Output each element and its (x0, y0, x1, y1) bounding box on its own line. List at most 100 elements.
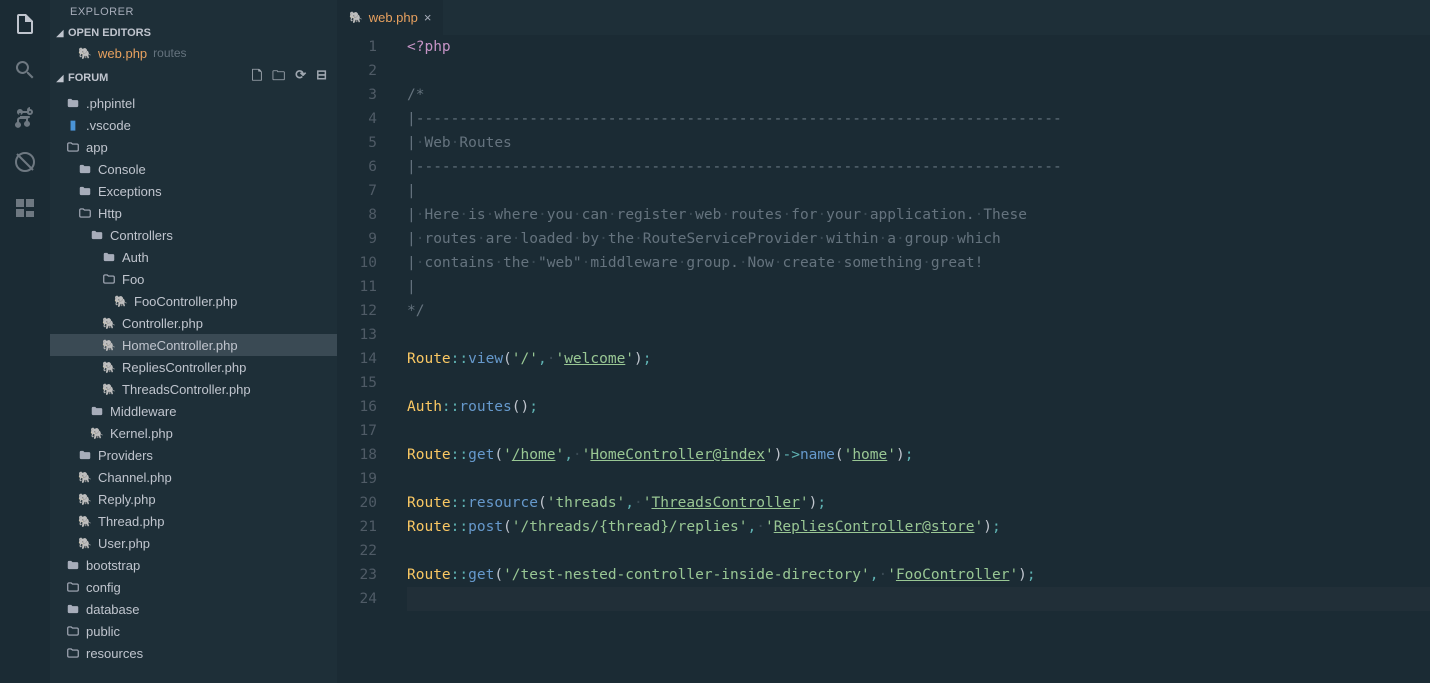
php-icon: 🐘 (88, 427, 106, 440)
folder-icon (76, 162, 94, 176)
new-file-icon[interactable]: 🗋 (252, 67, 262, 89)
collapse-icon[interactable]: ⊟ (316, 67, 327, 89)
item-label: .phpintel (86, 96, 135, 111)
open-editors-header[interactable]: ◢ OPEN EDITORS (50, 24, 337, 42)
debug-icon[interactable] (13, 150, 37, 174)
folder-open-icon (76, 206, 94, 220)
folder-item[interactable]: app (50, 136, 337, 158)
file-item[interactable]: 🐘 FooController.php (50, 290, 337, 312)
item-label: bootstrap (86, 558, 140, 573)
explorer-icon[interactable] (13, 12, 37, 36)
php-icon: 🐘 (76, 471, 94, 484)
item-label: resources (86, 646, 143, 661)
refresh-icon[interactable]: ⟳ (295, 67, 306, 89)
folder-open-icon (64, 580, 82, 594)
folder-item[interactable]: Console (50, 158, 337, 180)
item-label: RepliesController.php (122, 360, 246, 375)
code-editor[interactable]: 123456789101112131415161718192021222324 … (337, 35, 1430, 683)
code-content[interactable]: <?php/*|--------------------------------… (397, 35, 1430, 683)
item-label: Middleware (110, 404, 176, 419)
folder-open-icon (100, 272, 118, 286)
open-editor-item[interactable]: 🐘 web.php routes (50, 42, 337, 64)
item-label: User.php (98, 536, 150, 551)
close-icon[interactable]: × (424, 10, 432, 25)
folder-item[interactable]: resources (50, 642, 337, 664)
php-icon: 🐘 (100, 361, 118, 374)
file-item[interactable]: 🐘 Channel.php (50, 466, 337, 488)
folder-item[interactable]: Controllers (50, 224, 337, 246)
item-label: Channel.php (98, 470, 172, 485)
search-icon[interactable] (13, 58, 37, 82)
folder-item[interactable]: config (50, 576, 337, 598)
item-label: Exceptions (98, 184, 162, 199)
folder-item[interactable]: Foo (50, 268, 337, 290)
folder-item[interactable]: Http (50, 202, 337, 224)
folder-item[interactable]: .phpintel (50, 92, 337, 114)
php-icon: 🐘 (349, 11, 363, 24)
item-label: config (86, 580, 121, 595)
file-item[interactable]: 🐘 HomeController.php (50, 334, 337, 356)
item-label: Controller.php (122, 316, 203, 331)
folder-icon (76, 448, 94, 462)
folder-item[interactable]: database (50, 598, 337, 620)
item-label: Auth (122, 250, 149, 265)
folder-icon (64, 558, 82, 572)
item-label: app (86, 140, 108, 155)
file-item[interactable]: 🐘Reply.php (50, 488, 337, 510)
item-label: Http (98, 206, 122, 221)
item-label: Foo (122, 272, 144, 287)
tab-web-php[interactable]: 🐘 web.php × (337, 0, 443, 35)
php-icon: 🐘 (76, 537, 94, 550)
file-item[interactable]: 🐘 Thread.php (50, 510, 337, 532)
tabs: 🐘 web.php × (337, 0, 1430, 35)
item-label: Console (98, 162, 146, 177)
folder-open-icon (64, 140, 82, 154)
folder-item[interactable]: Middleware (50, 400, 337, 422)
folder-item[interactable]: public (50, 620, 337, 642)
php-icon: 🐘 (76, 515, 94, 528)
new-folder-icon[interactable]: 🗀 (272, 67, 285, 89)
folder-item[interactable]: Auth (50, 246, 337, 268)
editor-area: 🐘 web.php × 1234567891011121314151617181… (337, 0, 1430, 683)
php-icon: 🐘 (112, 295, 130, 308)
php-icon: 🐘 (76, 47, 94, 60)
file-item[interactable]: 🐘ThreadsController.php (50, 378, 337, 400)
folder-icon (100, 250, 118, 264)
folder-item[interactable]: bootstrap (50, 554, 337, 576)
folder-icon (76, 184, 94, 198)
folder-icon: ▮ (64, 117, 82, 133)
item-label: FooController.php (134, 294, 237, 309)
item-label: HomeController.php (122, 338, 238, 353)
folder-item[interactable]: Providers (50, 444, 337, 466)
file-item[interactable]: 🐘 RepliesController.php (50, 356, 337, 378)
extensions-icon[interactable] (13, 196, 37, 220)
sidebar: EXPLORER ◢ OPEN EDITORS 🐘 web.php routes… (50, 0, 337, 683)
file-item[interactable]: 🐘 Kernel.php (50, 422, 337, 444)
item-label: Thread.php (98, 514, 165, 529)
file-item[interactable]: 🐘Controller.php (50, 312, 337, 334)
folder-item[interactable]: Exceptions (50, 180, 337, 202)
item-label: .vscode (86, 118, 131, 133)
folder-open-icon (64, 646, 82, 660)
chevron-down-icon: ◢ (54, 73, 66, 84)
file-item[interactable]: 🐘 User.php (50, 532, 337, 554)
folder-icon (64, 96, 82, 110)
item-label: Kernel.php (110, 426, 173, 441)
scm-icon[interactable] (13, 104, 37, 128)
folder-icon (88, 404, 106, 418)
item-label: database (86, 602, 140, 617)
item-label: public (86, 624, 120, 639)
item-label: ThreadsController.php (122, 382, 251, 397)
folder-open-icon (64, 624, 82, 638)
php-icon: 🐘 (100, 339, 118, 352)
folder-item[interactable]: ▮ .vscode (50, 114, 337, 136)
project-header[interactable]: ◢ FORUM 🗋 🗀 ⟳ ⊟ (50, 64, 337, 92)
item-label: Reply.php (98, 492, 156, 507)
activity-bar (0, 0, 50, 683)
line-gutter: 123456789101112131415161718192021222324 (337, 35, 397, 683)
chevron-down-icon: ◢ (54, 28, 66, 39)
item-label: Providers (98, 448, 153, 463)
sidebar-title: EXPLORER (50, 0, 337, 24)
folder-icon (64, 602, 82, 616)
item-label: Controllers (110, 228, 173, 243)
